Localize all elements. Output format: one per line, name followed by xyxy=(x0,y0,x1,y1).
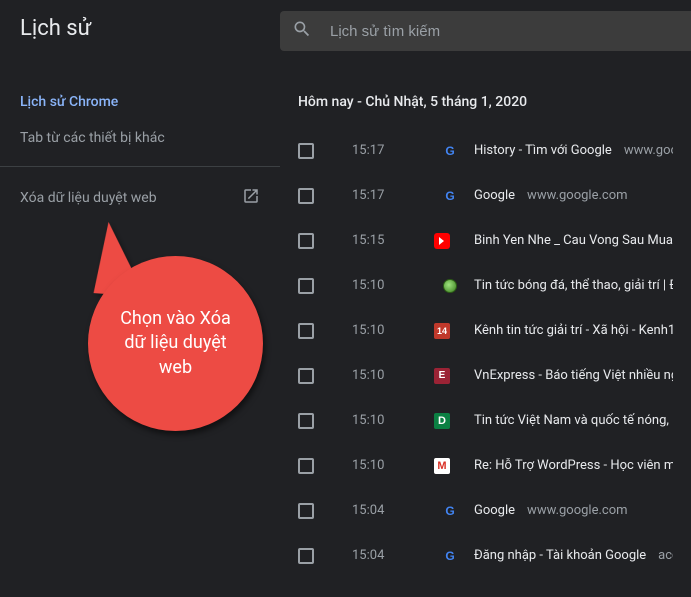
history-list: 15:17 History - Tìm với Google www.googl… xyxy=(280,128,691,578)
history-main: Hôm nay - Chủ Nhật, 5 tháng 1, 2020 15:1… xyxy=(280,56,691,597)
row-checkbox[interactable] xyxy=(298,188,314,204)
row-title: Google xyxy=(474,503,515,518)
row-title: VnExpress - Báo tiếng Việt nhiều người x xyxy=(474,368,673,383)
history-row[interactable]: 15:17 Google www.google.com xyxy=(280,173,691,218)
row-time: 15:10 xyxy=(352,458,442,473)
callout-text: Chọn vào Xóa dữ liệu duyệt web xyxy=(108,307,243,380)
open-new-icon xyxy=(242,187,260,209)
row-text: Google www.google.com xyxy=(474,503,628,518)
row-checkbox[interactable] xyxy=(298,323,314,339)
favicon-k14-icon: 14 xyxy=(442,323,458,339)
sidebar-separator xyxy=(0,166,280,167)
history-row[interactable]: 15:17 History - Tìm với Google www.googl… xyxy=(280,128,691,173)
row-title: Binh Yen Nhe _ Cau Vong Sau Mua _ Cao xyxy=(474,233,673,248)
row-domain: www.google.com xyxy=(527,188,627,203)
favicon-google-icon xyxy=(442,548,458,564)
history-row[interactable]: 15:10 14 Kênh tin tức giải trí - Xã hội … xyxy=(280,308,691,353)
row-domain: www.google.com xyxy=(527,503,627,518)
row-domain: www.google. xyxy=(624,143,673,158)
sidebar-item-chrome-history[interactable]: Lịch sử Chrome xyxy=(0,84,280,120)
row-title: Tin tức Việt Nam và quốc tế nóng, nhanh xyxy=(474,413,673,428)
search-icon xyxy=(292,19,312,43)
row-text: Kênh tin tức giải trí - Xã hội - Kenh14.… xyxy=(474,323,673,338)
row-text: Re: Hỗ Trợ WordPress - Học viên mã số xyxy=(474,458,673,473)
row-title: Tin tức bóng đá, thể thao, giải trí | Đọ… xyxy=(474,278,673,293)
row-checkbox[interactable] xyxy=(298,233,314,249)
row-title: Đăng nhập - Tài khoản Google xyxy=(474,548,646,563)
row-text: Binh Yen Nhe _ Cau Vong Sau Mua _ Cao xyxy=(474,233,673,248)
row-time: 15:10 xyxy=(352,413,442,428)
favicon-google-icon xyxy=(442,503,458,519)
sidebar-item-other-devices[interactable]: Tab từ các thiết bị khác xyxy=(0,120,280,156)
page-title: Lịch sử xyxy=(0,16,280,41)
favicon-dan-icon: D xyxy=(442,413,458,429)
search-container[interactable] xyxy=(280,11,691,51)
favicon-mail-icon xyxy=(442,458,458,474)
row-text: History - Tìm với Google www.google. xyxy=(474,143,673,158)
row-time: 15:10 xyxy=(352,368,442,383)
row-domain: account xyxy=(658,548,673,563)
row-checkbox[interactable] xyxy=(298,503,314,519)
row-title: Kênh tin tức giải trí - Xã hội - Kenh14.… xyxy=(474,323,673,338)
row-time: 15:17 xyxy=(352,188,442,203)
favicon-youtube-icon xyxy=(442,233,458,249)
sidebar: Lịch sử Chrome Tab từ các thiết bị khác … xyxy=(0,56,280,597)
history-row[interactable]: 15:04 Google www.google.com xyxy=(280,488,691,533)
top-bar: Lịch sử xyxy=(0,0,691,56)
history-row[interactable]: 15:04 Đăng nhập - Tài khoản Google accou… xyxy=(280,533,691,578)
favicon-vne-icon: E xyxy=(442,368,458,384)
history-row[interactable]: 15:10 E VnExpress - Báo tiếng Việt nhiều… xyxy=(280,353,691,398)
row-time: 15:04 xyxy=(352,548,442,563)
row-time: 15:04 xyxy=(352,503,442,518)
row-time: 15:10 xyxy=(352,278,442,293)
row-checkbox[interactable] xyxy=(298,368,314,384)
history-row[interactable]: 15:10 Re: Hỗ Trợ WordPress - Học viên mã… xyxy=(280,443,691,488)
favicon-google-icon xyxy=(442,143,458,159)
sidebar-item-label: Xóa dữ liệu duyệt web xyxy=(20,190,157,206)
sidebar-item-label: Tab từ các thiết bị khác xyxy=(20,130,165,146)
row-time: 15:15 xyxy=(352,233,442,248)
history-row[interactable]: 15:10 D Tin tức Việt Nam và quốc tế nóng… xyxy=(280,398,691,443)
row-checkbox[interactable] xyxy=(298,143,314,159)
history-row[interactable]: 15:10 Tin tức bóng đá, thể thao, giải tr… xyxy=(280,263,691,308)
row-text: Tin tức Việt Nam và quốc tế nóng, nhanh xyxy=(474,413,673,428)
row-text: Đăng nhập - Tài khoản Google account xyxy=(474,548,673,563)
row-checkbox[interactable] xyxy=(298,413,314,429)
row-title: Google xyxy=(474,188,515,203)
sidebar-item-clear-data[interactable]: Xóa dữ liệu duyệt web xyxy=(0,177,280,219)
sidebar-item-label: Lịch sử Chrome xyxy=(20,94,118,110)
row-text: VnExpress - Báo tiếng Việt nhiều người x xyxy=(474,368,673,383)
history-row[interactable]: 15:15 Binh Yen Nhe _ Cau Vong Sau Mua _ … xyxy=(280,218,691,263)
search-input[interactable] xyxy=(330,23,679,40)
row-checkbox[interactable] xyxy=(298,548,314,564)
row-time: 15:17 xyxy=(352,143,442,158)
favicon-google-icon xyxy=(442,188,458,204)
row-time: 15:10 xyxy=(352,323,442,338)
favicon-clock-icon xyxy=(442,278,458,294)
row-title: Re: Hỗ Trợ WordPress - Học viên mã số xyxy=(474,458,673,473)
annotation-callout: Chọn vào Xóa dữ liệu duyệt web xyxy=(88,256,263,431)
date-heading: Hôm nay - Chủ Nhật, 5 tháng 1, 2020 xyxy=(280,84,691,128)
row-checkbox[interactable] xyxy=(298,458,314,474)
row-text: Google www.google.com xyxy=(474,188,628,203)
row-text: Tin tức bóng đá, thể thao, giải trí | Đọ… xyxy=(474,278,673,293)
row-title: History - Tìm với Google xyxy=(474,143,612,158)
row-checkbox[interactable] xyxy=(298,278,314,294)
